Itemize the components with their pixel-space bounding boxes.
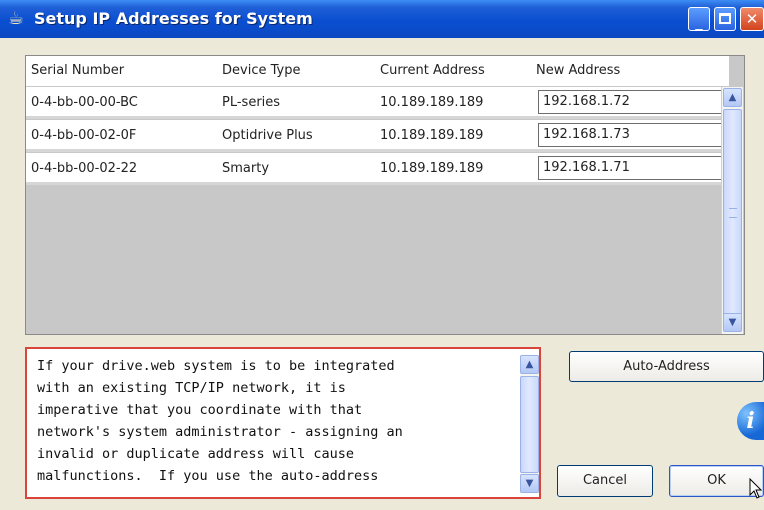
minimize-button[interactable]: _ (688, 7, 710, 31)
maximize-button[interactable] (714, 7, 736, 31)
close-icon: ✕ (745, 10, 759, 28)
new-address-input[interactable]: 192.168.1.72 (538, 90, 724, 114)
notice-text: If your drive.web system is to be integr… (37, 355, 522, 487)
cancel-button[interactable]: Cancel (557, 465, 653, 497)
java-cup-icon: ☕ (8, 8, 25, 29)
mouse-pointer-icon (749, 478, 763, 499)
column-header-serial-number[interactable]: Serial Number (31, 63, 124, 78)
current-address-cell: 10.189.189.189 (380, 128, 484, 143)
notice-scroll-down-button[interactable]: ▼ (520, 474, 539, 493)
current-address-cell: 10.189.189.189 (380, 161, 484, 176)
notice-line: imperative that you coordinate with that (37, 402, 363, 418)
table-row[interactable]: 0-4-bb-00-02-0F Optidrive Plus 10.189.18… (26, 120, 729, 152)
grip-icon (729, 208, 737, 218)
chevron-down-icon: ▼ (525, 478, 534, 489)
device-type-cell: Smarty (222, 161, 270, 176)
table-header: Serial Number Device Type Current Addres… (26, 56, 729, 86)
close-button[interactable]: ✕ (740, 7, 764, 31)
notice-line: malfunctions. If you use the auto-addres… (37, 468, 379, 484)
notice-line: If your drive.web system is to be integr… (37, 358, 395, 374)
table-row[interactable]: 0-4-bb-00-02-22 Smarty 10.189.189.189 19… (26, 153, 729, 185)
info-icon[interactable]: i (737, 402, 764, 440)
device-table: Serial Number Device Type Current Addres… (25, 55, 745, 335)
device-type-cell: Optidrive Plus (222, 128, 313, 143)
table-scrollbar[interactable]: ▲ ▼ (721, 87, 743, 334)
serial-number-cell: 0-4-bb-00-00-BC (31, 95, 138, 110)
auto-address-button[interactable]: Auto-Address (569, 351, 764, 382)
scroll-thumb[interactable] (723, 109, 742, 317)
serial-number-cell: 0-4-bb-00-02-22 (31, 161, 138, 176)
window-title: Setup IP Addresses for System (34, 9, 313, 28)
chevron-down-icon: ▼ (728, 317, 737, 328)
column-header-device-type[interactable]: Device Type (222, 63, 300, 78)
notice-line: invalid or duplicate address will cause (37, 446, 354, 462)
scroll-up-button[interactable]: ▲ (723, 88, 742, 107)
setup-ip-dialog: ☕ Setup IP Addresses for System _ ✕ Seri… (0, 0, 764, 510)
column-header-current-address[interactable]: Current Address (380, 63, 485, 78)
scroll-down-button[interactable]: ▼ (723, 313, 742, 332)
new-address-input[interactable]: 192.168.1.73 (538, 123, 724, 147)
notice-line: network's system administrator - assigni… (37, 424, 403, 440)
device-type-cell: PL-series (222, 95, 281, 110)
new-address-input[interactable]: 192.168.1.71 (538, 156, 724, 180)
title-bar[interactable]: ☕ Setup IP Addresses for System _ ✕ (0, 0, 764, 38)
chevron-up-icon: ▲ (728, 92, 737, 103)
notice-scroll-thumb[interactable] (520, 376, 539, 473)
notice-scrollbar[interactable]: ▲ ▼ (520, 355, 539, 493)
notice-scroll-up-button[interactable]: ▲ (520, 355, 539, 374)
maximize-icon (719, 13, 731, 24)
column-header-new-address[interactable]: New Address (536, 63, 620, 78)
network-notice-textarea[interactable]: If your drive.web system is to be integr… (25, 347, 541, 499)
chevron-up-icon: ▲ (525, 359, 534, 370)
minimize-icon: _ (695, 13, 703, 31)
current-address-cell: 10.189.189.189 (380, 95, 484, 110)
notice-line: with an existing TCP/IP network, it is (37, 380, 346, 396)
table-row[interactable]: 0-4-bb-00-00-BC PL-series 10.189.189.189… (26, 87, 729, 119)
serial-number-cell: 0-4-bb-00-02-0F (31, 128, 137, 143)
